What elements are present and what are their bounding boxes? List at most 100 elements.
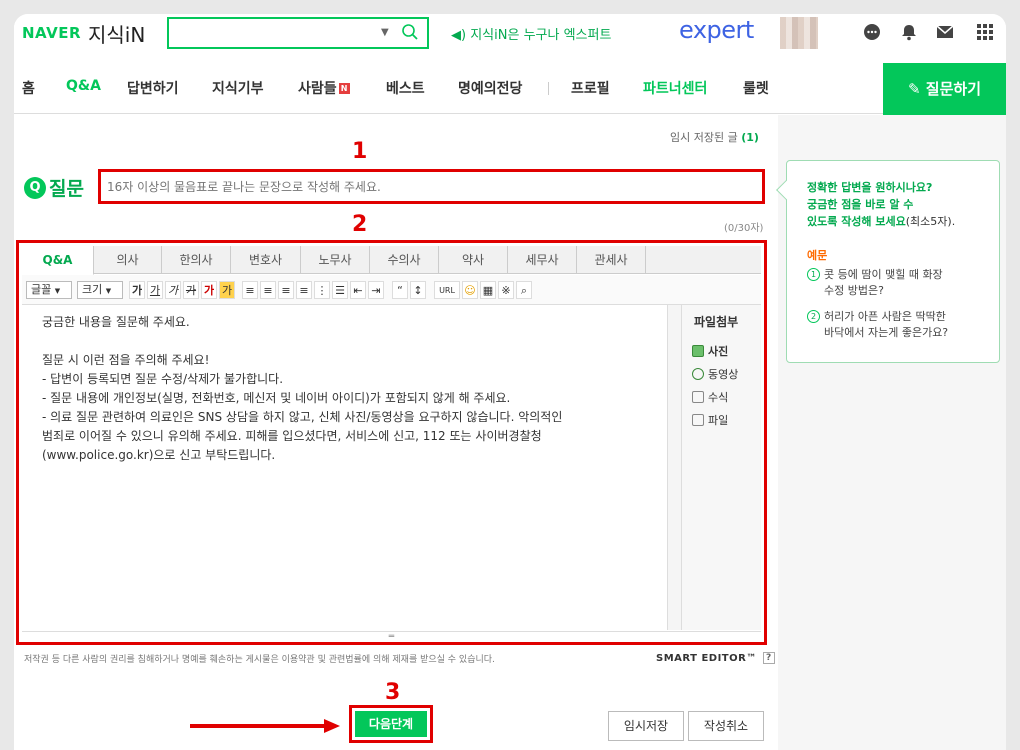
photo-icon — [692, 345, 704, 357]
attach-formula[interactable]: 수식 — [692, 389, 728, 405]
new-badge: N — [338, 83, 350, 94]
chat-icon[interactable] — [862, 22, 882, 42]
url-button[interactable]: URL — [434, 281, 460, 299]
tab-tax-accountant[interactable]: 세무사 — [508, 246, 577, 274]
annotation-2: 2 — [352, 212, 368, 237]
attach-file[interactable]: 파일 — [692, 412, 728, 428]
bold-button[interactable]: 가 — [129, 281, 145, 299]
highlight-button[interactable]: 가 — [219, 281, 235, 299]
tab-labor-attorney[interactable]: 노무사 — [301, 246, 370, 274]
underline-button[interactable]: 가 — [147, 281, 163, 299]
expert-logo[interactable]: expert — [679, 16, 754, 44]
attach-title: 파일첨부 — [694, 315, 739, 329]
search-box[interactable]: ▼ — [167, 17, 429, 49]
nav-roulette[interactable]: 룰렛 — [743, 78, 769, 98]
avatar[interactable] — [780, 17, 818, 49]
nav-profile[interactable]: 프로필 — [571, 78, 610, 98]
mail-icon[interactable] — [935, 22, 955, 42]
smart-editor: Q&A 의사 한의사 변호사 노무사 수의사 약사 세무사 관세사 글꼴 ▼ 크… — [16, 240, 767, 645]
naver-logo[interactable]: NAVER — [22, 24, 81, 42]
tab-veterinarian[interactable]: 수의사 — [370, 246, 439, 274]
question-title-input[interactable] — [107, 177, 747, 197]
outdent-icon[interactable]: ⇤ — [350, 281, 366, 299]
attach-photo[interactable]: 사진 — [692, 343, 728, 359]
tab-oriental-doctor[interactable]: 한의사 — [162, 246, 231, 274]
text-color-button[interactable]: 가 — [201, 281, 217, 299]
nav-people[interactable]: 사람들 N — [298, 78, 350, 98]
temp-saved-link[interactable]: 임시 저장된 글 (1) — [670, 129, 759, 145]
ask-question-button[interactable]: ✎ 질문하기 — [883, 63, 1006, 115]
promo-link[interactable]: ◀) 지식iN은 누구나 엑스퍼트 — [451, 24, 611, 43]
nav-donate[interactable]: 지식기부 — [212, 78, 264, 98]
nav-hall-of-fame[interactable]: 명예의전당 — [458, 78, 522, 98]
char-count: (0/30자) — [724, 223, 764, 234]
italic-button[interactable]: 가 — [165, 281, 181, 299]
editor-toolbar: 글꼴 ▼ 크기 ▼ 가 가 가 가 가 가 ≡ ≡ ≡ ≡ ⋮ ☰ ⇤ ⇥ “ … — [22, 275, 761, 305]
search-input[interactable] — [173, 23, 373, 43]
tab-doctor[interactable]: 의사 — [94, 246, 162, 274]
align-justify-icon[interactable]: ≡ — [296, 281, 312, 299]
header: NAVER 지식iN ▼ ◀) 지식iN은 누구나 엑스퍼트 expert — [14, 14, 1006, 62]
indent-icon[interactable]: ⇥ — [368, 281, 384, 299]
tab-pharmacist[interactable]: 약사 — [439, 246, 508, 274]
annotation-1: 1 — [352, 139, 368, 164]
numbered-list-icon[interactable]: ⋮ — [314, 281, 330, 299]
example-number: 1 — [807, 268, 820, 281]
formula-icon — [692, 391, 704, 403]
line-height-icon[interactable]: ↕ — [410, 281, 426, 299]
body-line: 질문 시 이런 점을 주의해 주세요! — [42, 353, 210, 367]
dropdown-icon: ▼ — [54, 287, 61, 295]
nav-best[interactable]: 베스트 — [386, 78, 425, 98]
search-icon[interactable] — [401, 23, 419, 41]
table-icon[interactable]: ▦ — [480, 281, 496, 299]
body-line: - 질문 내용에 개인정보(실명, 전화번호, 메신저 및 네이버 아이디)가 … — [42, 391, 511, 405]
nav-qa[interactable]: Q&A — [66, 78, 101, 94]
bullet-list-icon[interactable]: ☰ — [332, 281, 348, 299]
quote-icon[interactable]: “ — [392, 281, 408, 299]
next-button-highlight: 다음단계 — [349, 705, 433, 743]
speaker-icon: ◀) — [451, 28, 467, 43]
nav-divider — [548, 82, 549, 95]
editor-body[interactable]: 궁금한 내용을 질문해 주세요. 질문 시 이런 점을 주의해 주세요! - 답… — [22, 305, 667, 630]
app-window: NAVER 지식iN ▼ ◀) 지식iN은 누구나 엑스퍼트 expert 홈 … — [14, 14, 1006, 750]
align-right-icon[interactable]: ≡ — [278, 281, 294, 299]
dropdown-icon: ▼ — [105, 287, 112, 295]
nav-home[interactable]: 홈 — [22, 78, 35, 98]
body-line: 범죄로 이어질 수 있으니 유의해 주세요. 피해를 입으셨다면, 서비스에 신… — [42, 429, 542, 443]
attach-video[interactable]: 동영상 — [692, 366, 738, 382]
bell-icon[interactable] — [899, 22, 919, 42]
tab-qa[interactable]: Q&A — [22, 246, 94, 275]
editor-tabs: Q&A 의사 한의사 변호사 노무사 수의사 약사 세무사 관세사 — [22, 246, 761, 275]
writing-tip-box: 정확한 답변을 원하시나요? 궁금한 점을 바로 알 수 있도록 작성해 보세요… — [776, 160, 1000, 363]
tab-customs-broker[interactable]: 관세사 — [577, 246, 646, 274]
search-dropdown-icon[interactable]: ▼ — [381, 27, 389, 38]
body-line: 궁금한 내용을 질문해 주세요. — [42, 315, 190, 329]
temp-save-button[interactable]: 임시저장 — [608, 711, 684, 741]
arrow-annotation-icon — [190, 719, 340, 733]
nav-answer[interactable]: 답변하기 — [127, 78, 179, 98]
question-form: 임시 저장된 글 (1) 1 Q 질문 (0/30자) 2 Q&A 의사 한의사… — [14, 115, 1006, 750]
body-line: - 답변이 등록되면 질문 수정/삭제가 불가합니다. — [42, 372, 284, 386]
font-select[interactable]: 글꼴 ▼ — [26, 281, 72, 299]
size-select[interactable]: 크기 ▼ — [77, 281, 123, 299]
next-step-button[interactable]: 다음단계 — [355, 711, 427, 737]
align-center-icon[interactable]: ≡ — [260, 281, 276, 299]
editor-scrollbar[interactable] — [667, 305, 681, 630]
find-icon[interactable]: ⌕ — [516, 281, 532, 299]
cancel-button[interactable]: 작성취소 — [688, 711, 764, 741]
resize-handle[interactable]: ═ — [22, 631, 761, 642]
nav-partner-center[interactable]: 파트너센터 — [643, 78, 707, 98]
apps-grid-icon[interactable] — [975, 22, 995, 42]
smart-editor-logo: SMART EDITOR™ ? — [656, 652, 775, 664]
example-item: 2 허리가 아픈 사람은 딱딱한 바닥에서 자는게 좋은가요? — [807, 309, 987, 341]
tab-lawyer[interactable]: 변호사 — [231, 246, 301, 274]
help-icon[interactable]: ? — [762, 652, 775, 664]
example-number: 2 — [807, 310, 820, 323]
special-char-icon[interactable]: ※ — [498, 281, 514, 299]
question-label: 질문 — [49, 178, 84, 200]
strike-button[interactable]: 가 — [183, 281, 199, 299]
copyright-notice: 저작권 등 다른 사람의 권리를 침해하거나 명예를 훼손하는 게시물은 이용약… — [24, 655, 495, 665]
service-logo[interactable]: 지식iN — [88, 19, 145, 48]
emoticon-icon[interactable]: ☺ — [462, 281, 478, 299]
align-left-icon[interactable]: ≡ — [242, 281, 258, 299]
